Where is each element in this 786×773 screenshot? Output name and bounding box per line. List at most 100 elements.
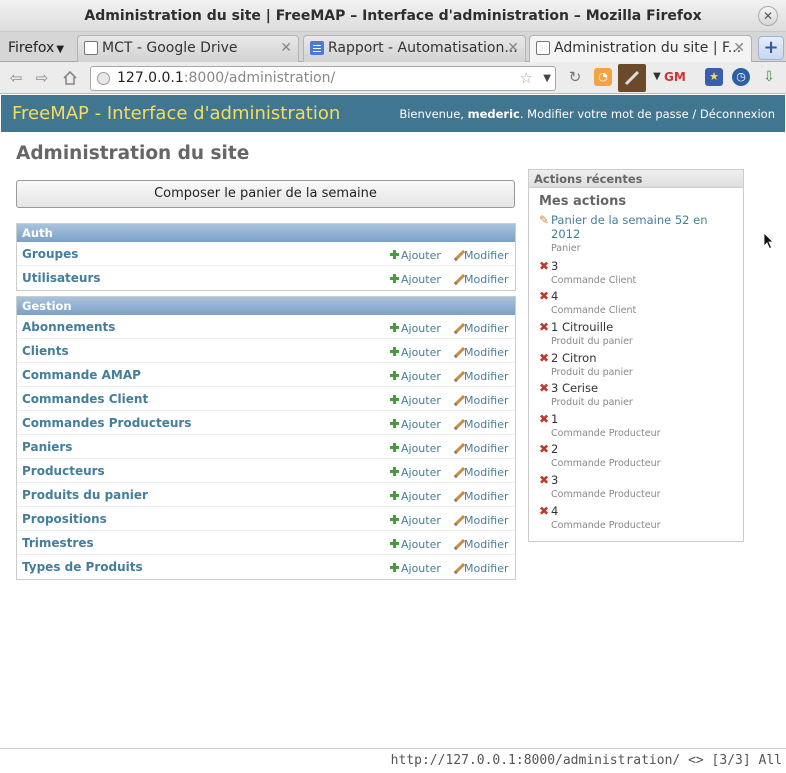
- change-link[interactable]: Modifier: [453, 490, 508, 503]
- logout-link[interactable]: Déconnexion: [700, 107, 775, 121]
- google-doc-icon: [310, 41, 324, 55]
- add-label: Ajouter: [401, 466, 441, 479]
- table-row: Types de Produits Ajouter Modifier: [17, 555, 515, 579]
- table-row: Commandes Producteurs Ajouter Modifier: [17, 411, 515, 435]
- forward-button[interactable]: ⇨: [32, 68, 52, 88]
- history-button[interactable]: ◷: [732, 68, 750, 86]
- change-label: Modifier: [464, 346, 509, 359]
- pencil-icon: [453, 274, 462, 283]
- url-bar[interactable]: 127.0.0.1:8000/administration/ ☆ ▼: [90, 66, 556, 91]
- table-row: Producteurs Ajouter Modifier: [17, 459, 515, 483]
- add-link[interactable]: Ajouter: [390, 346, 441, 359]
- change-label: Modifier: [464, 249, 509, 262]
- window-title: Administration du site | FreeMAP – Inter…: [84, 8, 702, 24]
- add-label: Ajouter: [401, 273, 441, 286]
- table-row: Commande AMAP Ajouter Modifier: [17, 363, 515, 387]
- plus-icon: [390, 491, 399, 500]
- add-label: Ajouter: [401, 370, 441, 383]
- home-button[interactable]: [60, 68, 80, 88]
- compose-basket-button[interactable]: Composer le panier de la semaine: [16, 180, 515, 208]
- site-branding[interactable]: FreeMAP - Interface d'administration: [12, 103, 340, 124]
- rss-button[interactable]: ◔: [594, 68, 612, 86]
- add-link[interactable]: Ajouter: [390, 249, 441, 262]
- user-tools: Bienvenue, mederic. Modifier votre mot d…: [399, 107, 775, 121]
- model-link[interactable]: Trimestres: [22, 536, 94, 550]
- tab-close-icon[interactable]: ✕: [733, 36, 745, 61]
- module-caption[interactable]: Auth: [17, 224, 515, 242]
- downloads-button[interactable]: ⇩: [760, 68, 778, 86]
- delete-icon: ✖: [539, 320, 550, 334]
- change-label: Modifier: [464, 273, 509, 286]
- add-link[interactable]: Ajouter: [390, 442, 441, 455]
- add-label: Ajouter: [401, 538, 441, 551]
- add-link[interactable]: Ajouter: [390, 466, 441, 479]
- add-link[interactable]: Ajouter: [390, 562, 441, 575]
- action-object-name: 3: [551, 259, 559, 273]
- mouse-cursor-icon: [763, 232, 774, 250]
- change-link[interactable]: Modifier: [453, 394, 508, 407]
- model-link[interactable]: Produits du panier: [22, 488, 148, 502]
- change-label: Modifier: [464, 514, 509, 527]
- change-link[interactable]: Modifier: [453, 249, 508, 262]
- change-link[interactable]: Modifier: [453, 370, 508, 383]
- add-link[interactable]: Ajouter: [390, 394, 441, 407]
- bookmarks-button[interactable]: ★: [705, 68, 723, 86]
- add-link[interactable]: Ajouter: [390, 322, 441, 335]
- tab-close-icon[interactable]: ✕: [280, 36, 292, 61]
- model-link[interactable]: Types de Produits: [22, 560, 143, 574]
- tab-administration[interactable]: Administration du site | F... ✕: [529, 35, 752, 63]
- add-link[interactable]: Ajouter: [390, 514, 441, 527]
- change-link[interactable]: Modifier: [453, 273, 508, 286]
- change-link[interactable]: Modifier: [453, 346, 508, 359]
- model-link[interactable]: Commandes Client: [22, 392, 148, 406]
- pencil-icon: [453, 250, 462, 259]
- tab-google-drive[interactable]: MCT - Google Drive ✕: [77, 35, 299, 62]
- reload-icon: ↻: [568, 68, 582, 86]
- model-link[interactable]: Clients: [22, 344, 69, 358]
- blank-page-icon: [536, 41, 550, 55]
- change-link[interactable]: Modifier: [453, 442, 508, 455]
- add-link[interactable]: Ajouter: [390, 418, 441, 431]
- model-link[interactable]: Abonnements: [22, 320, 115, 334]
- module-caption[interactable]: Gestion: [17, 297, 515, 315]
- model-link[interactable]: Paniers: [22, 440, 72, 454]
- window-close-button[interactable]: ✕: [758, 6, 778, 26]
- tab-rapport[interactable]: Rapport - Automatisation... ✕: [303, 35, 526, 62]
- add-label: Ajouter: [401, 322, 441, 335]
- change-link[interactable]: Modifier: [453, 466, 508, 479]
- firefox-menu-button[interactable]: Firefox ▼: [2, 35, 70, 61]
- chevron-down-icon[interactable]: ▼: [543, 67, 551, 90]
- add-link[interactable]: Ajouter: [390, 370, 441, 383]
- action-content-type: Commande Producteur: [551, 489, 661, 500]
- bookmark-star-icon[interactable]: ☆: [520, 67, 533, 90]
- change-label: Modifier: [464, 322, 509, 335]
- action-object-link[interactable]: Panier de la semaine 52 en 2012: [551, 213, 739, 241]
- recent-action-item: ✖ 1 Commande Producteur: [539, 412, 739, 439]
- change-link[interactable]: Modifier: [453, 514, 508, 527]
- action-object-name: 1: [551, 412, 559, 426]
- add-link[interactable]: Ajouter: [390, 538, 441, 551]
- back-button[interactable]: ⇦: [6, 68, 26, 88]
- model-link[interactable]: Groupes: [22, 247, 78, 261]
- delete-icon: ✖: [539, 351, 550, 365]
- change-link[interactable]: Modifier: [453, 322, 508, 335]
- model-link[interactable]: Producteurs: [22, 464, 105, 478]
- tab-close-icon[interactable]: ✕: [507, 36, 519, 61]
- change-link[interactable]: Modifier: [453, 562, 508, 575]
- pen-tool-button[interactable]: [618, 64, 646, 92]
- change-password-link[interactable]: Modifier votre mot de passe: [527, 107, 689, 121]
- add-link[interactable]: Ajouter: [390, 273, 441, 286]
- change-link[interactable]: Modifier: [453, 538, 508, 551]
- model-link[interactable]: Propositions: [22, 512, 107, 526]
- delete-icon: ✖: [539, 504, 550, 518]
- model-link[interactable]: Commande AMAP: [22, 368, 141, 382]
- model-link[interactable]: Commandes Producteurs: [22, 416, 191, 430]
- add-link[interactable]: Ajouter: [390, 490, 441, 503]
- change-link[interactable]: Modifier: [453, 418, 508, 431]
- recent-action-item: ✖ 2 Citron Produit du panier: [539, 351, 739, 378]
- gm-addon-button[interactable]: GM: [664, 68, 686, 86]
- new-tab-button[interactable]: +: [758, 36, 784, 60]
- plus-icon: [390, 274, 399, 283]
- reload-button[interactable]: ↻: [566, 68, 584, 86]
- model-link[interactable]: Utilisateurs: [22, 271, 101, 285]
